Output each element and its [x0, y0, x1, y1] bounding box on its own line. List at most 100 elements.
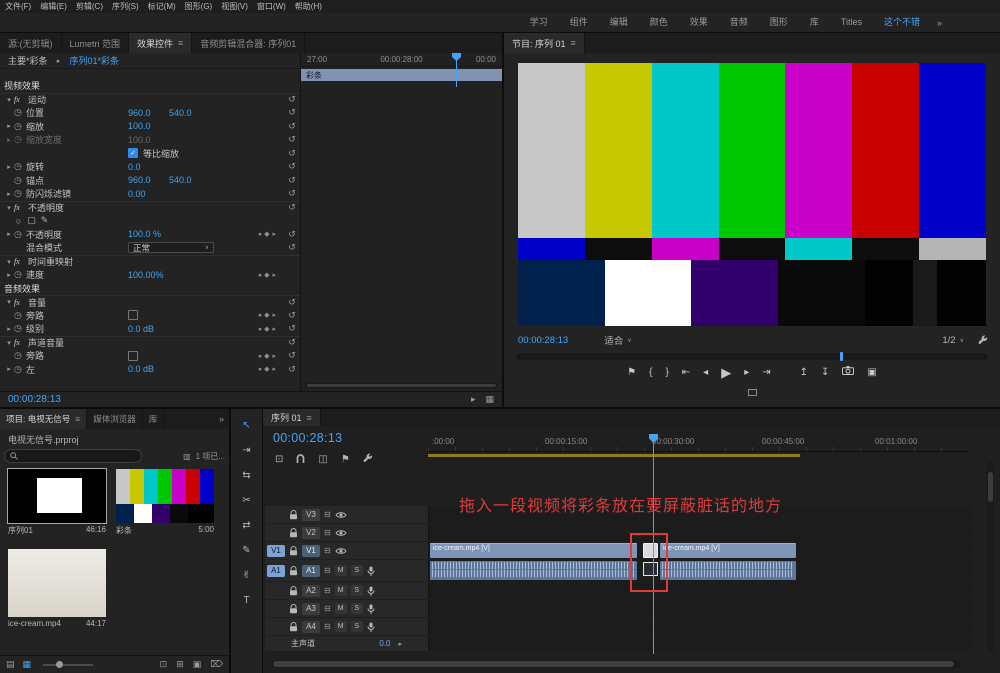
voiceover-record-icon[interactable] — [367, 622, 375, 632]
panel-overflow-button[interactable]: » — [214, 409, 229, 429]
icon-view-button[interactable]: ▦ — [23, 659, 32, 670]
param-value[interactable]: 960.0 — [128, 108, 169, 118]
source-patch-a2[interactable] — [267, 585, 285, 597]
workspace-tab[interactable]: 效果 — [679, 13, 719, 32]
project-item-thumbnail[interactable] — [116, 469, 214, 523]
reset-icon[interactable]: ↺ — [286, 229, 298, 240]
go-to-in-button[interactable]: ⇤ — [682, 365, 690, 381]
toggle-audio-units-icon[interactable]: ▦ — [485, 394, 494, 405]
checkbox[interactable] — [128, 351, 138, 361]
timeline-settings-icon[interactable] — [363, 453, 373, 466]
panel-menu-icon[interactable]: ≡ — [307, 413, 312, 423]
mark-in-button[interactable]: { — [649, 365, 652, 381]
keyframe-next-icon[interactable]: ▸ — [272, 230, 276, 238]
mute-button[interactable]: M — [335, 603, 347, 614]
playback-resolution-select[interactable]: 1/2 ∨ — [942, 335, 964, 346]
stopwatch-icon[interactable]: ◷ — [14, 269, 26, 280]
voiceover-record-icon[interactable] — [367, 566, 375, 576]
program-playhead[interactable] — [840, 352, 843, 361]
timeline-ruler[interactable]: :00:0000:00:15:0000:00:30:0000:00:45:000… — [428, 434, 968, 452]
stopwatch-icon[interactable]: ◷ — [14, 323, 26, 334]
reset-icon[interactable]: ↺ — [286, 310, 298, 321]
param-value[interactable]: 540.0 — [169, 175, 210, 185]
twirl-down-icon[interactable]: ▾ — [4, 258, 14, 266]
settings-wrench-button[interactable] — [978, 335, 988, 345]
keyframe-add-icon[interactable]: ◆ — [264, 352, 269, 360]
sync-lock-icon[interactable]: ⊟ — [324, 546, 331, 555]
sequence-clip-label[interactable]: 序列01*彩条 — [70, 54, 120, 67]
lock-icon[interactable] — [289, 528, 298, 538]
sync-lock-icon[interactable]: ⊟ — [324, 622, 331, 631]
program-monitor-tab[interactable]: 节目: 序列 01 ≡ — [504, 33, 585, 53]
lock-icon[interactable] — [289, 586, 298, 596]
menu-item[interactable]: 帮助(H) — [295, 1, 322, 12]
thumbnail-zoom-slider[interactable] — [43, 664, 93, 666]
vertical-scrollbar[interactable] — [987, 462, 994, 652]
param-value[interactable]: 0.0 dB — [128, 324, 169, 334]
reset-icon[interactable]: ↺ — [286, 202, 298, 213]
mute-button[interactable]: M — [335, 621, 347, 632]
twirl-right-icon[interactable]: ▸ — [4, 163, 14, 171]
mini-timeline-scrollbar[interactable] — [305, 383, 498, 388]
param-value[interactable]: 960.0 — [128, 175, 169, 185]
reset-icon[interactable]: ↺ — [286, 323, 298, 334]
twirl-right-icon[interactable]: ▸ — [4, 271, 14, 279]
reset-icon[interactable]: ↺ — [286, 121, 298, 132]
effect-controls-tab[interactable]: 音频剪辑混合器: 序列01 — [192, 33, 305, 53]
stopwatch-icon[interactable]: ◷ — [14, 350, 26, 361]
scrollbar-thumb[interactable] — [307, 384, 496, 387]
work-area-bar[interactable] — [428, 454, 800, 457]
effect-name[interactable]: 时间重映射 — [28, 255, 73, 268]
stopwatch-icon[interactable]: ◷ — [14, 161, 26, 172]
stopwatch-icon[interactable]: ◷ — [14, 310, 26, 321]
effect-name[interactable]: 运动 — [28, 93, 46, 106]
reset-icon[interactable]: ↺ — [286, 134, 298, 145]
stopwatch-icon[interactable]: ◷ — [14, 121, 26, 132]
checkbox[interactable]: ✓ — [128, 148, 138, 158]
track-select-tool[interactable]: ⇥ — [238, 442, 255, 458]
nest-sequence-icon[interactable]: ⊡ — [275, 454, 283, 465]
project-item-label[interactable]: 彩条5:00 — [116, 525, 214, 536]
keyframe-next-icon[interactable]: ▸ — [272, 325, 276, 333]
list-view-button[interactable]: ▤ — [6, 659, 15, 670]
scrollbar-thumb[interactable] — [988, 472, 993, 502]
keyframe-prev-icon[interactable]: ◂ — [258, 230, 262, 238]
stopwatch-icon[interactable]: ◷ — [14, 364, 26, 375]
workspace-tab[interactable]: 图形 — [759, 13, 799, 32]
twirl-right-icon[interactable]: ▸ — [4, 122, 14, 130]
reset-icon[interactable]: ↺ — [286, 161, 298, 172]
audio-clip[interactable] — [430, 561, 637, 580]
effect-controls-tab[interactable]: Lumetri 范围 — [62, 33, 130, 53]
twirl-right-icon[interactable]: ▸ — [4, 230, 14, 238]
hand-tool[interactable]: ✌ — [238, 567, 255, 583]
audio-clip[interactable] — [660, 561, 796, 580]
ellipse-mask-icon[interactable]: ○ — [12, 216, 25, 226]
step-forward-button[interactable]: ▸ — [744, 365, 749, 381]
twirl-down-icon[interactable]: ▾ — [4, 96, 14, 104]
export-frame-button[interactable] — [842, 365, 854, 381]
workspace-tab[interactable]: 这个不错 — [873, 13, 931, 32]
type-tool[interactable]: T — [238, 592, 255, 608]
effect-name[interactable]: 音量 — [28, 296, 46, 309]
search-input[interactable] — [22, 452, 136, 461]
keyframe-next-icon[interactable]: ▸ — [272, 311, 276, 319]
project-tab[interactable]: 库 — [143, 409, 165, 429]
stopwatch-icon[interactable]: ◷ — [14, 229, 26, 240]
keyframe-add-icon[interactable]: ◆ — [264, 365, 269, 373]
mini-timeline-clip[interactable]: 彩条 — [301, 69, 502, 81]
reset-icon[interactable]: ↺ — [286, 175, 298, 186]
track-visibility-icon[interactable] — [335, 547, 347, 555]
lock-icon[interactable] — [289, 604, 298, 614]
voiceover-record-icon[interactable] — [367, 604, 375, 614]
slip-tool[interactable]: ⇄ — [238, 517, 255, 533]
track-target-a2[interactable]: A2 — [302, 585, 320, 597]
master-clip-label[interactable]: 主要*彩条 — [8, 54, 48, 67]
menu-item[interactable]: 窗口(W) — [257, 1, 286, 12]
blend-mode-select[interactable]: 正常∨ — [128, 242, 214, 253]
linked-selection-icon[interactable]: ◫ — [318, 454, 327, 465]
track-target-v1[interactable]: V1 — [302, 545, 320, 557]
project-tab[interactable]: 项目: 电视无信号≡ — [0, 409, 87, 429]
workspace-tab[interactable]: 编辑 — [599, 13, 639, 32]
param-value[interactable]: 0.00 — [128, 189, 169, 199]
filter-bin-icon[interactable]: ▥ — [183, 452, 191, 461]
